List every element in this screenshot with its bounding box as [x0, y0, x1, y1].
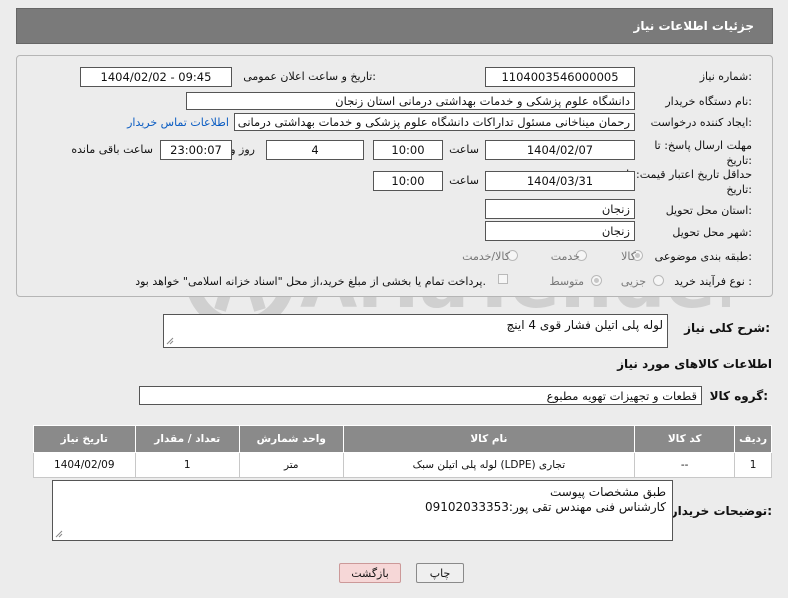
need-number-field[interactable]: 1104003546000005: [485, 67, 635, 87]
summary-textarea[interactable]: لوله پلی اتیلن فشار قوی 4 اینچ: [163, 314, 668, 348]
cell-unit: متر: [238, 452, 344, 478]
back-button[interactable]: بازگشت: [339, 563, 401, 583]
treasury-checkbox[interactable]: [498, 274, 508, 284]
remaining-time-field[interactable]: 23:00:07: [160, 140, 232, 160]
summary-text: لوله پلی اتیلن فشار قوی 4 اینچ: [506, 318, 663, 332]
buyer-notes-line-1: طبق مشخصات پیوست: [549, 485, 666, 499]
purchase-type-label: نوع فرآیند خرید :: [674, 275, 752, 288]
purchase-option-minor: جزیی: [620, 275, 646, 288]
resize-grip-icon[interactable]: [55, 530, 63, 538]
goods-section-title: اطلاعات کالاهای مورد نیاز: [617, 357, 772, 371]
goods-group-label: گروه کالا:: [709, 389, 768, 403]
reply-time-field[interactable]: 10:00: [373, 140, 443, 160]
buyer-org-field[interactable]: دانشگاه علوم پزشکی و خدمات بهداشتی درمان…: [186, 92, 635, 110]
need-info-panel: شماره نیاز: 1104003546000005 تاریخ و ساع…: [16, 55, 773, 297]
cell-need-date: 1404/02/09: [33, 452, 136, 478]
cell-quantity: 1: [134, 452, 240, 478]
creator-field[interactable]: رحمان میناخانی مسئول تداراکات دانشگاه عل…: [234, 113, 635, 131]
table-row[interactable]: 1404/02/09 1 متر لوله پلی اتیلن سبک (LDP…: [33, 452, 772, 478]
contact-link[interactable]: اطلاعات تماس خریدار: [127, 116, 229, 129]
col-need-date: تاریخ نیاز: [33, 425, 136, 453]
page-title: جزئیات اطلاعات نیاز: [633, 19, 754, 33]
reply-deadline-label: مهلت ارسال پاسخ: تا تاریخ:: [654, 139, 752, 167]
category-label: طبقه بندی موضوعی:: [654, 250, 752, 263]
category-option-service: خدمت: [550, 250, 580, 263]
announce-field[interactable]: 1404/02/02 - 09:45: [80, 67, 232, 87]
goods-table-header: تاریخ نیاز تعداد / مقدار واحد شمارش نام …: [33, 425, 772, 453]
col-goods-name: نام کالا: [342, 425, 636, 453]
col-goods-code: کد کالا: [634, 425, 736, 453]
price-time-field[interactable]: 10:00: [373, 171, 443, 191]
buyer-notes-label: توضیحات خریدار:: [670, 504, 772, 518]
days-count-field[interactable]: 4: [266, 140, 364, 160]
buyer-org-label: نام دستگاه خریدار:: [665, 95, 752, 108]
buyer-notes-line-2: کارشناس فنی مهندس تقی پور:09102033353: [424, 500, 666, 514]
need-number-label: شماره نیاز:: [699, 70, 752, 83]
creator-label: ایجاد کننده درخواست:: [650, 116, 752, 129]
reply-date-field[interactable]: 1404/02/07: [485, 140, 635, 160]
days-label: روز و: [230, 143, 255, 156]
city-label: شهر محل تحویل:: [672, 226, 752, 239]
buyer-notes-textarea[interactable]: طبق مشخصات پیوست کارشناس فنی مهندس تقی پ…: [52, 480, 673, 541]
category-option-goods-service: کالا/خدمت: [462, 250, 510, 263]
announce-label: تاریخ و ساعت اعلان عمومی:: [243, 70, 376, 83]
col-quantity: تعداد / مقدار: [134, 425, 240, 453]
summary-label: شرح کلی نیاز:: [684, 321, 770, 335]
reply-time-label: ساعت: [449, 143, 479, 156]
print-button[interactable]: چاپ: [416, 563, 464, 583]
resize-grip-icon[interactable]: [166, 337, 174, 345]
city-field[interactable]: زنجان: [485, 221, 635, 241]
cell-goods-code: --: [634, 452, 736, 478]
remaining-label: ساعت باقی مانده: [71, 143, 153, 156]
purchase-radio-medium[interactable]: [591, 275, 602, 286]
goods-table: تاریخ نیاز تعداد / مقدار واحد شمارش نام …: [33, 425, 772, 478]
purchase-radio-minor[interactable]: [653, 275, 664, 286]
price-time-label: ساعت: [449, 174, 479, 187]
province-label: استان محل تحویل:: [665, 204, 752, 217]
province-field[interactable]: زنجان: [485, 199, 635, 219]
col-unit: واحد شمارش: [238, 425, 344, 453]
purchase-option-medium: متوسط: [549, 275, 584, 288]
page-header: جزئیات اطلاعات نیاز: [16, 8, 773, 44]
cell-row: 1: [734, 452, 772, 478]
col-row: ردیف: [734, 425, 772, 453]
payment-note: پرداخت تمام یا بخشی از مبلغ خرید،از محل …: [135, 275, 486, 288]
category-option-goods: کالا: [621, 250, 636, 263]
price-date-field[interactable]: 1404/03/31: [485, 171, 635, 191]
goods-group-field[interactable]: قطعات و تجهیزات تهویه مطبوع: [139, 386, 702, 405]
cell-goods-name: لوله پلی اتیلن سبک (LDPE) تجاری: [342, 452, 636, 478]
